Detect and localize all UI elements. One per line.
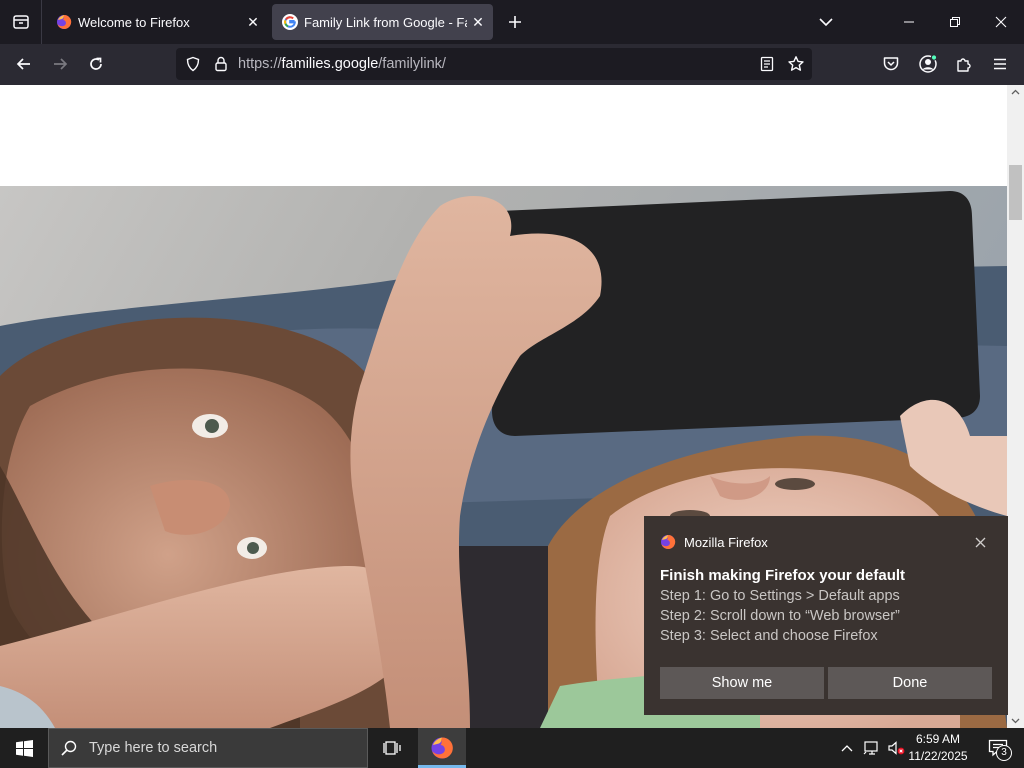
shield-icon[interactable] [182,53,204,75]
search-icon [49,740,89,756]
minimize-icon [904,21,914,23]
tab-strip: Welcome to Firefox ✕ Family Link from Go… [0,0,1024,44]
back-button[interactable] [9,49,39,79]
clock-time: 6:59 AM [915,732,961,746]
clock-date: 11/22/2025 [908,749,968,763]
network-icon[interactable] [860,728,884,768]
firefox-icon [57,14,72,29]
taskbar-search-box[interactable]: Type here to search [48,728,368,768]
tab-welcome-to-firefox[interactable]: Welcome to Firefox ✕ [46,4,268,40]
reload-icon [90,57,102,70]
toast-app-header: Mozilla Firefox [660,530,768,554]
forward-button[interactable] [45,49,75,79]
toast-step: Step 1: Go to Settings > Default apps [660,588,900,604]
navigation-toolbar: https://families.google/familylink/ [0,44,1024,85]
done-button[interactable]: Done [828,667,992,699]
close-tab-icon[interactable]: ✕ [467,11,489,33]
url-bar[interactable]: https://families.google/familylink/ [176,48,812,80]
tab-family-link[interactable]: Family Link from Google - Famil ✕ [272,4,493,40]
firefox-view-button[interactable] [0,0,42,44]
toast-step: Step 2: Scroll down to “Web browser” [660,608,900,624]
chevron-up-icon [841,745,853,752]
scroll-down-arrow-icon[interactable] [1007,714,1024,728]
search-placeholder: Type here to search [89,740,218,756]
pocket-button[interactable] [876,49,906,79]
google-g-icon [282,14,298,30]
restore-button[interactable] [932,0,978,44]
restore-icon [950,17,960,27]
show-hidden-icons-button[interactable] [836,728,858,768]
url-path: /familylink/ [378,56,446,72]
close-window-button[interactable] [978,0,1024,44]
plus-icon [509,16,521,28]
puzzle-piece-icon [957,58,971,72]
toast-title: Finish making Firefox your default [660,567,906,584]
start-button[interactable] [0,728,48,768]
vertical-scrollbar[interactable] [1007,85,1024,728]
notification-count-badge: 3 [996,745,1012,761]
hamburger-menu-icon [994,58,1006,70]
extensions-button[interactable] [949,49,979,79]
account-icon [919,54,938,73]
default-browser-toast-notification[interactable]: Mozilla Firefox Finish making Firefox yo… [644,516,1008,715]
toast-app-name: Mozilla Firefox [684,534,768,550]
close-icon [995,16,1007,28]
url-scheme: https:// [238,56,282,72]
account-button[interactable] [913,49,943,79]
windows-logo-icon [15,739,33,757]
close-icon [975,537,985,547]
tab-title: Family Link from Google - Famil [304,14,467,30]
toast-step: Step 3: Select and choose Firefox [660,628,878,644]
pocket-icon [883,57,899,71]
action-center-button[interactable]: 3 [978,728,1018,768]
reload-button[interactable] [81,49,111,79]
firefox-view-icon [12,15,29,29]
lock-icon[interactable] [210,53,232,75]
system-clock[interactable]: 6:59 AM 11/22/2025 [904,731,972,765]
list-all-tabs-button[interactable] [812,8,840,36]
minimize-button[interactable] [886,0,932,44]
reader-view-icon[interactable] [756,53,778,75]
show-me-button[interactable]: Show me [660,667,824,699]
tab-title: Welcome to Firefox [78,14,190,30]
task-view-button[interactable] [370,728,414,768]
arrow-right-icon [54,58,68,70]
firefox-icon [661,534,676,549]
close-tab-icon[interactable]: ✕ [242,11,264,33]
windows-taskbar: Type here to search 6:59 AM 11/22/2025 3 [0,728,1024,768]
arrow-left-icon [16,58,30,70]
scrollbar-thumb[interactable] [1009,165,1022,220]
firefox-taskbar-button[interactable] [418,728,466,768]
chevron-down-icon [819,18,833,27]
bookmark-star-icon[interactable] [784,52,808,76]
app-menu-button[interactable] [985,49,1015,79]
task-view-icon [383,741,401,755]
url-text[interactable]: https://families.google/familylink/ [238,48,446,80]
url-host: families.google [281,56,379,72]
scroll-up-arrow-icon[interactable] [1007,85,1024,99]
firefox-icon [431,737,453,759]
toast-close-button[interactable] [970,532,990,552]
new-tab-button[interactable] [502,8,528,36]
